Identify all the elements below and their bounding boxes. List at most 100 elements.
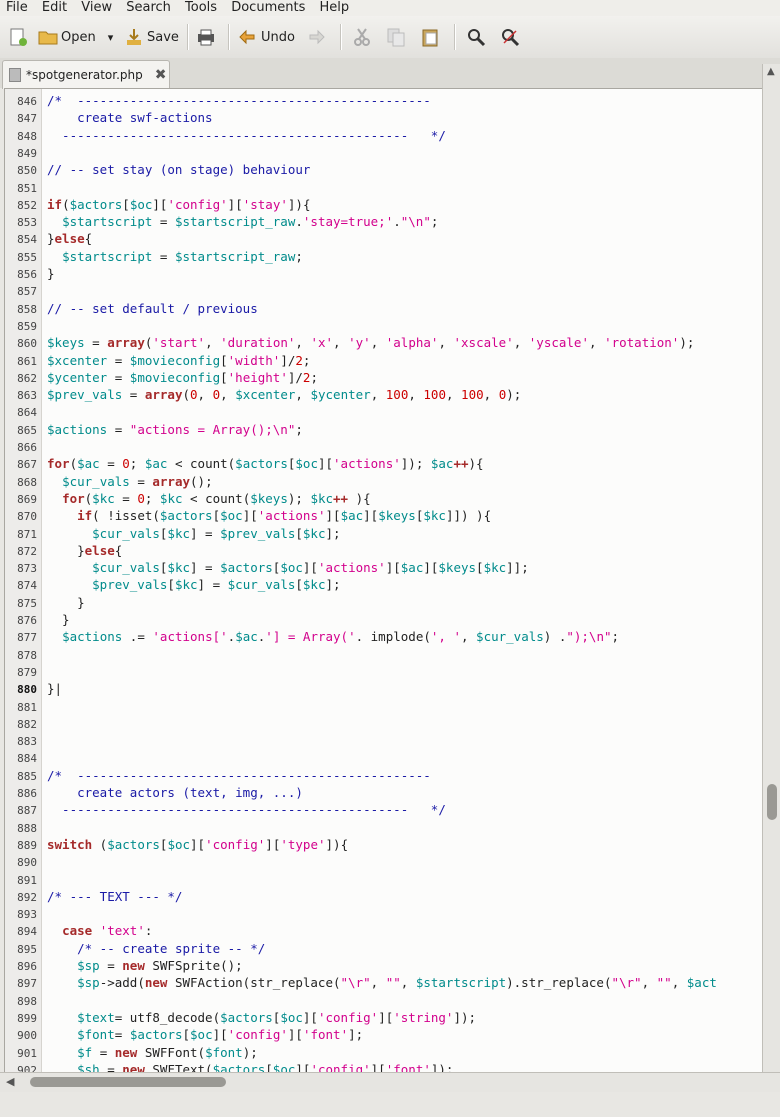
code-line[interactable]: $sp->add(new SWFAction(str_replace("\r",… xyxy=(47,975,717,990)
menu-file[interactable]: File xyxy=(6,0,28,15)
scissors-icon xyxy=(354,28,370,46)
menu-view[interactable]: View xyxy=(81,0,112,15)
code-line[interactable]: } xyxy=(47,612,70,627)
line-number: 886 xyxy=(17,787,37,800)
line-number: 862 xyxy=(17,371,37,385)
code-line[interactable]: $cur_vals[$kc] = $prev_vals[$kc]; xyxy=(47,526,340,541)
code-line[interactable]: if($actors[$oc]['config']['stay']){ xyxy=(47,197,310,212)
open-button[interactable]: Open ▾ xyxy=(38,22,113,52)
code-line[interactable]: /* -- create sprite -- */ xyxy=(47,941,265,956)
save-label: Save xyxy=(147,29,179,45)
code-editor[interactable]: 846 847 848 849 850 851 852 853 854 855 856 857 858 8… xyxy=(4,88,764,1078)
undo-icon xyxy=(239,29,255,45)
code-line[interactable]: $cur_vals = array(); xyxy=(47,474,213,489)
line-number: 868 xyxy=(17,475,37,489)
menu-search[interactable]: Search xyxy=(126,0,171,15)
code-line[interactable]: switch ($actors[$oc]['config']['type']){ xyxy=(47,837,348,852)
code-line[interactable]: $sp = new SWFSprite(); xyxy=(47,958,243,973)
menu-tools[interactable]: Tools xyxy=(185,0,217,15)
code-line[interactable]: $ycenter = $movieconfig['height']/2; xyxy=(47,370,318,385)
menu-edit[interactable]: Edit xyxy=(42,0,67,15)
redo-icon xyxy=(309,29,325,45)
code-line[interactable]: $actions = "actions = Array();\n"; xyxy=(47,422,303,437)
code-line[interactable]: $startscript = $startscript_raw.'stay=tr… xyxy=(47,214,438,229)
code-area[interactable]: /* -------------------------------------… xyxy=(47,89,763,1077)
code-line[interactable]: create actors (text, img, ...) xyxy=(47,785,303,800)
close-icon[interactable]: ✖ xyxy=(155,67,167,83)
horizontal-scrollbar[interactable]: ◀ xyxy=(0,1072,780,1093)
code-line[interactable]: }else{ xyxy=(47,231,92,246)
scroll-left-icon[interactable]: ◀ xyxy=(6,1075,14,1088)
find-replace-button[interactable] xyxy=(500,22,523,52)
vertical-scroll-thumb[interactable] xyxy=(767,784,777,820)
line-number: 855 xyxy=(17,250,37,264)
code-line[interactable]: $prev_vals[$kc] = $cur_vals[$kc]; xyxy=(47,577,340,592)
code-line[interactable]: ----------------------------------------… xyxy=(47,802,446,817)
line-number: 893 xyxy=(17,908,37,922)
code-line[interactable]: $f = new SWFFont($font); xyxy=(47,1045,258,1060)
code-line[interactable]: /* -------------------------------------… xyxy=(47,93,431,108)
cut-button[interactable] xyxy=(352,22,375,52)
code-line[interactable]: $actions .= 'actions['.$ac.'] = Array('.… xyxy=(47,629,619,644)
clipboard-icon xyxy=(422,29,438,47)
file-icon xyxy=(9,68,21,82)
redo-button[interactable] xyxy=(306,22,329,52)
code-line[interactable]: case 'text': xyxy=(47,923,152,938)
code-line[interactable]: /* --- TEXT --- */ xyxy=(47,889,182,904)
code-line[interactable]: create swf-actions xyxy=(47,110,212,125)
line-number: 863 xyxy=(17,389,37,403)
save-button[interactable]: Save xyxy=(124,22,179,52)
line-number: 880 xyxy=(17,683,37,697)
tab-spotgenerator[interactable]: *spotgenerator.php ✖ xyxy=(2,60,170,89)
line-number: 861 xyxy=(17,354,37,368)
line-number: 887 xyxy=(17,804,37,818)
horizontal-scroll-thumb[interactable] xyxy=(30,1077,226,1087)
line-number: 852 xyxy=(17,198,37,212)
code-line[interactable]: /* -------------------------------------… xyxy=(47,768,431,783)
line-number: 850 xyxy=(17,164,37,178)
line-number: 874 xyxy=(17,579,37,593)
menu-help[interactable]: Help xyxy=(319,0,349,15)
chevron-down-icon[interactable]: ▾ xyxy=(108,31,114,44)
line-number: 884 xyxy=(17,752,37,766)
scroll-up-icon[interactable]: ▲ xyxy=(767,66,775,77)
code-line[interactable]: $text= utf8_decode($actors[$oc]['config'… xyxy=(47,1010,476,1025)
menu-documents[interactable]: Documents xyxy=(231,0,305,15)
vertical-scrollbar[interactable]: ▲ xyxy=(762,64,780,1080)
line-number: 859 xyxy=(17,319,37,333)
toolbar-separator xyxy=(340,24,342,50)
code-line[interactable]: $font= $actors[$oc]['config']['font']; xyxy=(47,1027,363,1042)
code-line[interactable]: } xyxy=(47,595,85,610)
line-number: 860 xyxy=(17,337,37,351)
code-line[interactable]: // -- set stay (on stage) behaviour xyxy=(47,162,310,177)
code-line[interactable]: } xyxy=(47,266,55,281)
line-number: 878 xyxy=(17,648,37,662)
line-number: 849 xyxy=(17,146,37,160)
code-line[interactable]: if( !isset($actors[$oc]['actions'][$ac][… xyxy=(47,508,491,523)
toolbar: Open ▾ Save Undo xyxy=(0,16,780,59)
copy-button[interactable] xyxy=(386,22,409,52)
find-button[interactable] xyxy=(466,22,489,52)
open-label: Open xyxy=(61,29,96,45)
line-number: 883 xyxy=(17,735,37,749)
code-line[interactable]: $startscript = $startscript_raw; xyxy=(47,249,303,264)
code-line[interactable]: $keys = array('start', 'duration', 'x', … xyxy=(47,335,694,350)
code-line[interactable]: }| xyxy=(47,681,62,696)
code-line[interactable]: $xcenter = $movieconfig['width']/2; xyxy=(47,353,310,368)
toolbar-separator xyxy=(187,24,189,50)
line-number: 881 xyxy=(17,700,37,714)
undo-button[interactable]: Undo xyxy=(238,22,295,52)
code-line[interactable]: }else{ xyxy=(47,543,122,558)
line-number: 856 xyxy=(17,268,37,281)
new-button[interactable] xyxy=(8,22,31,52)
code-line[interactable]: ----------------------------------------… xyxy=(47,128,446,143)
code-line[interactable]: for($ac = 0; $ac < count($actors[$oc]['a… xyxy=(47,456,484,471)
paste-button[interactable] xyxy=(420,22,443,52)
code-line[interactable]: for($kc = 0; $kc < count($keys); $kc++ )… xyxy=(47,491,371,506)
code-line[interactable]: $prev_vals = array(0, 0, $xcenter, $ycen… xyxy=(47,387,521,402)
line-number: 857 xyxy=(17,285,37,299)
line-number: 865 xyxy=(17,423,37,437)
code-line[interactable]: // -- set default / previous xyxy=(47,301,258,316)
print-button[interactable] xyxy=(196,22,219,52)
code-line[interactable]: $cur_vals[$kc] = $actors[$oc]['actions']… xyxy=(47,560,529,575)
